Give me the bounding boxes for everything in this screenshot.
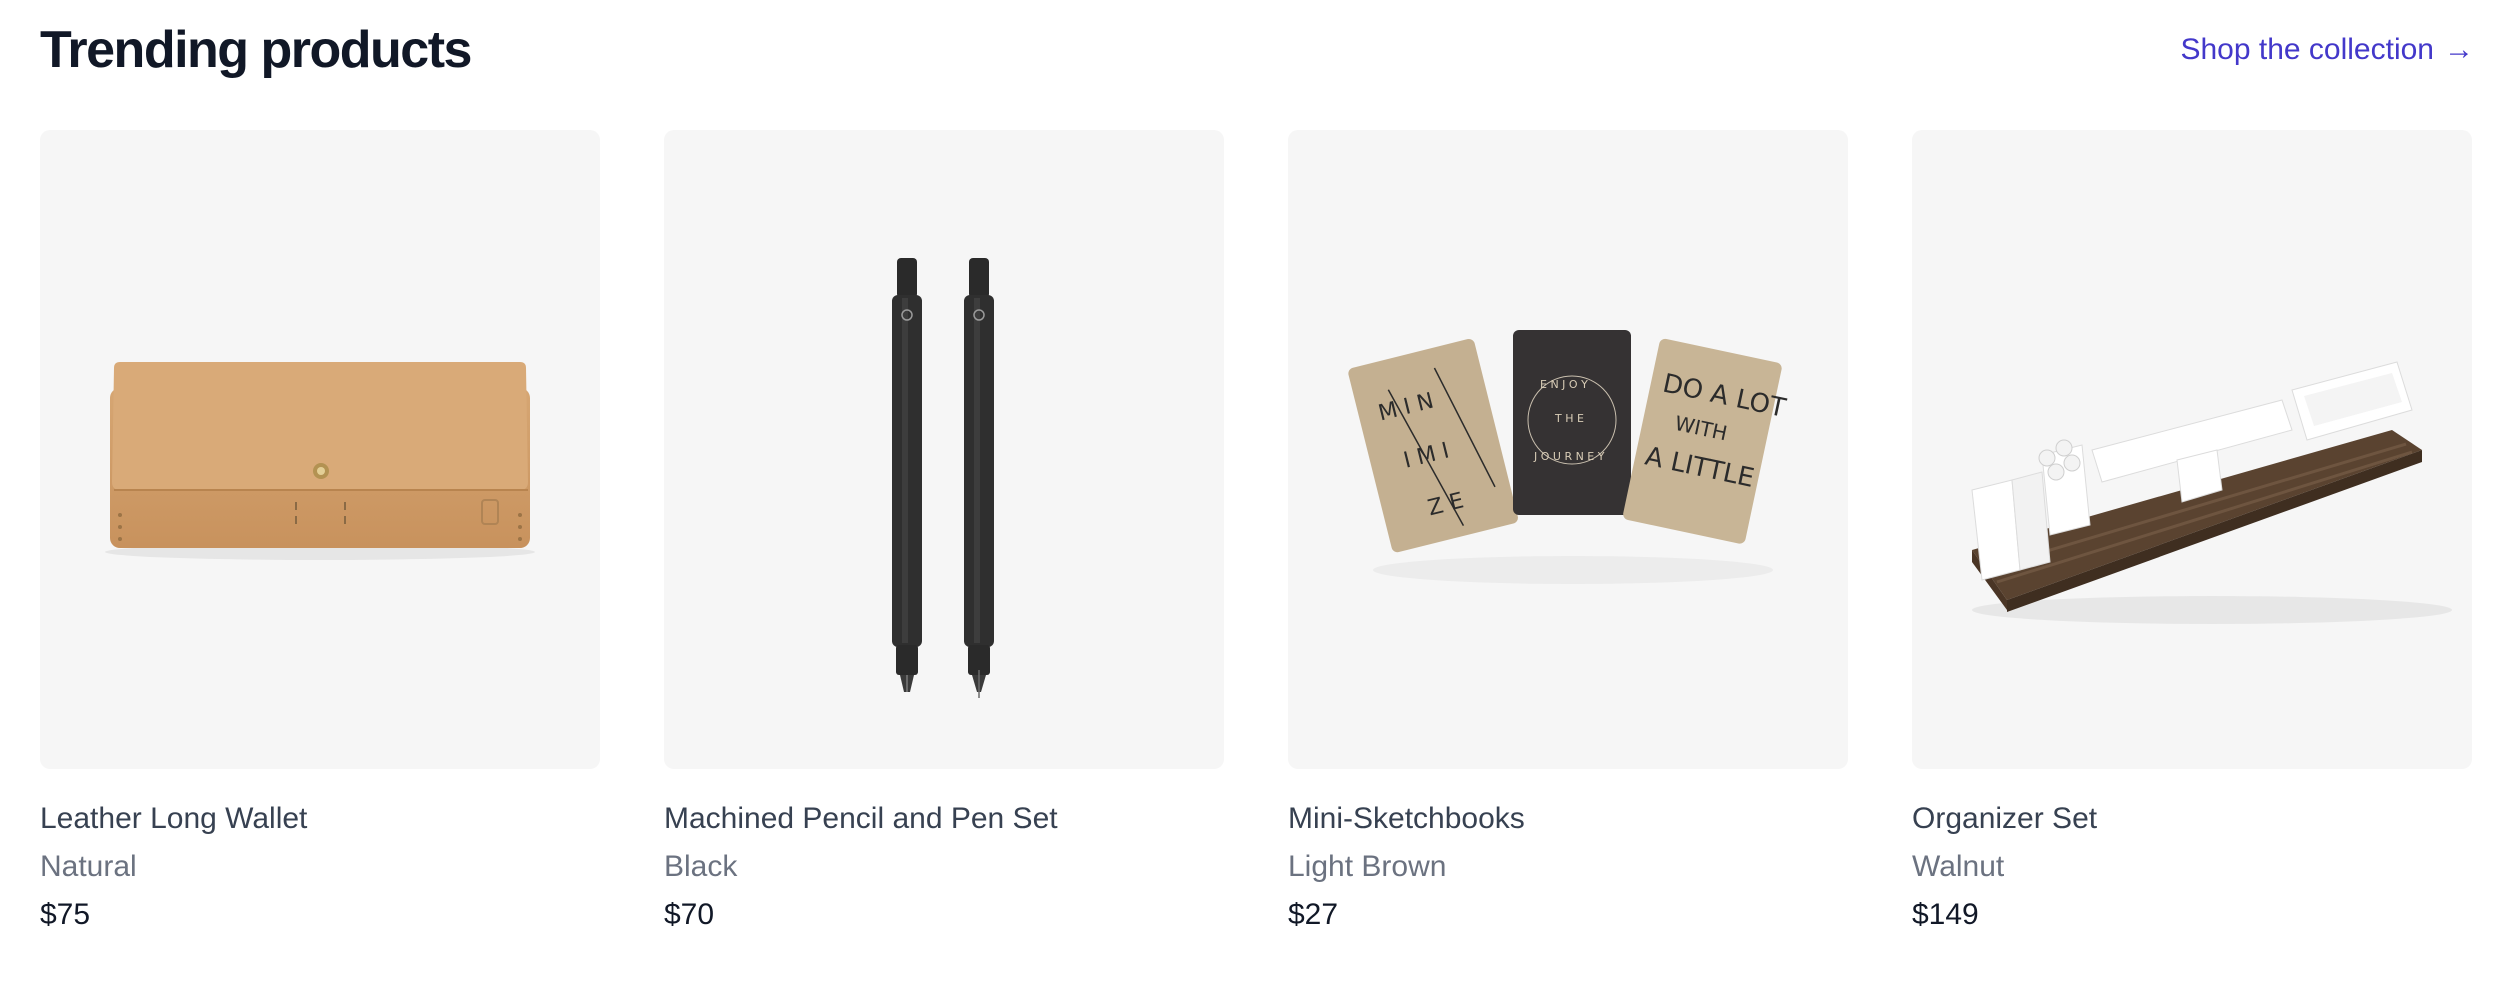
product-card[interactable]: M I N I M I Z E E N J O Y T H E J O U R … (1288, 130, 1848, 935)
sketchbook-minimize: M I N I M I Z E (1348, 338, 1518, 553)
product-price: $75 (40, 898, 91, 931)
product-price: $149 (1912, 898, 1979, 931)
sketchbook-do-a-lot: DO A LOT WITH A LITTLE (1623, 338, 1788, 544)
product-name[interactable]: Leather Long Wallet (40, 799, 600, 839)
organizer-illustration (1971, 361, 2452, 624)
shop-collection-label: Shop the collection (2180, 33, 2434, 66)
product-color: Black (664, 850, 738, 883)
pens-illustration (892, 258, 994, 698)
svg-text:T H E: T H E (1554, 412, 1584, 425)
pen-right (964, 258, 994, 698)
svg-text:E N J O Y: E N J O Y (1540, 378, 1588, 391)
sketchbooks-illustration: M I N I M I Z E E N J O Y T H E J O U R … (1348, 330, 1788, 584)
shop-collection-link[interactable]: Shop the collection → (2180, 30, 2474, 70)
product-card[interactable]: Machined Pencil and Pen Set Black $70 (664, 130, 1224, 935)
product-card[interactable]: Organizer Set Walnut $149 (1912, 130, 2472, 935)
pen-left (892, 258, 922, 692)
product-name[interactable]: Mini-Sketchbooks (1288, 799, 1848, 839)
page-title: Trending products (40, 21, 472, 79)
product-price: $70 (664, 898, 715, 931)
product-image-wallet[interactable] (40, 130, 600, 769)
wallet-illustration (105, 362, 535, 560)
sketchbook-enjoy: E N J O Y T H E J O U R N E Y (1513, 330, 1631, 515)
product-card[interactable]: Leather Long Wallet Natural $75 (40, 130, 600, 935)
product-color: Light Brown (1288, 850, 1447, 883)
product-grid: Leather Long Wallet Natural $75 Machined… (40, 130, 2472, 935)
product-color: Walnut (1912, 850, 2005, 883)
product-name[interactable]: Machined Pencil and Pen Set (664, 799, 1224, 839)
svg-text:J O U R N E Y: J O U R N E Y (1533, 450, 1605, 463)
product-image-pens[interactable] (664, 130, 1224, 769)
product-color: Natural (40, 850, 137, 883)
arrow-right-icon: → (2444, 33, 2474, 66)
product-image-sketchbooks[interactable]: M I N I M I Z E E N J O Y T H E J O U R … (1288, 130, 1848, 769)
product-name[interactable]: Organizer Set (1912, 799, 2472, 839)
product-price: $27 (1288, 898, 1339, 931)
product-image-organizer[interactable] (1912, 130, 2472, 769)
